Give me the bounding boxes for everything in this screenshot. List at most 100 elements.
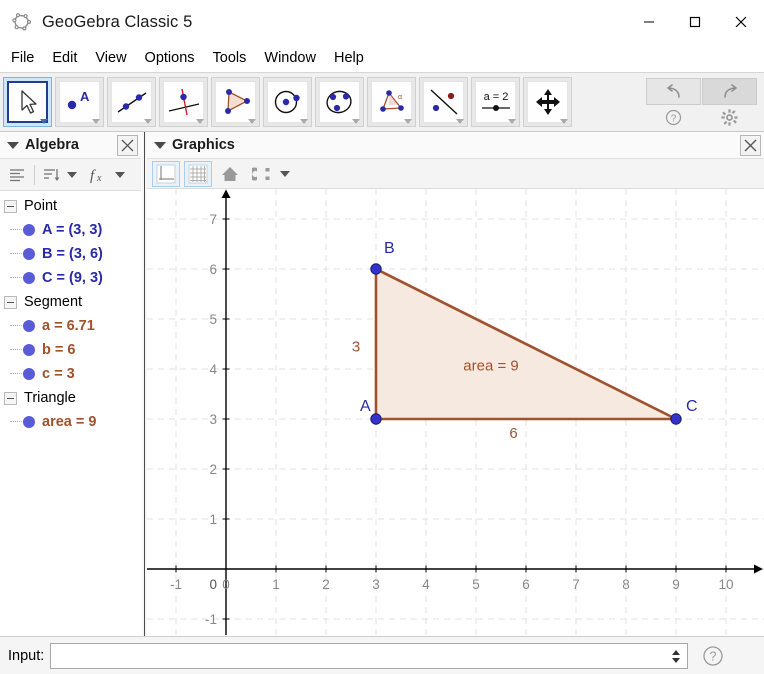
graphics-panel: Graphics -1 0 1 2 3 4 5 6 7 8 9 10 -1 1 … (147, 132, 764, 636)
collapse-minus-icon[interactable] (4, 199, 17, 213)
algebra-group-segment[interactable]: Segment (0, 290, 141, 314)
x-tick-label: 3 (372, 577, 380, 592)
chevron-down-icon (560, 119, 568, 124)
angle-tool[interactable]: α (367, 77, 416, 127)
show-grid-button[interactable] (184, 160, 212, 187)
slider-tool[interactable]: a = 2 (471, 77, 520, 127)
x-axis-arrow (754, 564, 763, 574)
move-graphics-tool[interactable] (523, 77, 572, 127)
visibility-toggle-dot[interactable] (23, 344, 35, 356)
perpendicular-line-tool[interactable] (159, 77, 208, 127)
algebra-panel-close-button[interactable] (117, 135, 138, 156)
x-tick-label: 6 (522, 577, 530, 592)
collapse-minus-icon[interactable] (4, 295, 17, 309)
visibility-toggle-dot[interactable] (23, 272, 35, 284)
snap-dropdown-caret-icon[interactable] (280, 170, 290, 177)
chevron-down-icon (92, 119, 100, 124)
tree-guide-line (10, 373, 22, 374)
algebra-item-A[interactable]: A = (3, 3) (0, 218, 141, 242)
show-axes-button[interactable] (152, 160, 180, 187)
svg-text:f: f (90, 168, 96, 184)
graphics-canvas[interactable]: -1 0 1 2 3 4 5 6 7 8 9 10 -1 1 2 3 4 5 6 7 0 3 6 area = 9 A B C (147, 189, 764, 635)
menu-view[interactable]: View (86, 47, 135, 69)
coordinate-plane[interactable]: -1 0 1 2 3 4 5 6 7 8 9 10 -1 1 2 3 4 5 6 7 0 3 6 area = 9 A B C (147, 189, 764, 635)
algebra-group-point[interactable]: Point (0, 194, 141, 218)
visibility-toggle-dot[interactable] (23, 416, 35, 428)
conic-tool[interactable] (315, 77, 364, 127)
algebra-panel: Algebra f x Point A = (3, 3) B = (3, 6) … (0, 132, 142, 636)
undo-button[interactable] (646, 78, 701, 105)
point-capturing-button[interactable] (248, 161, 276, 187)
chevron-down-icon[interactable] (7, 141, 19, 149)
x-tick-label: 10 (718, 577, 733, 592)
menu-help[interactable]: Help (325, 47, 373, 69)
menu-window[interactable]: Window (255, 47, 325, 69)
y-tick-label: -1 (205, 612, 217, 627)
algebra-item-b[interactable]: b = 6 (0, 338, 141, 362)
algebra-item-C[interactable]: C = (9, 3) (0, 266, 141, 290)
move-tool[interactable] (3, 77, 52, 127)
reflect-tool[interactable] (419, 77, 468, 127)
tree-guide-line (10, 421, 22, 422)
visibility-toggle-dot[interactable] (23, 224, 35, 236)
visibility-toggle-dot[interactable] (23, 248, 35, 260)
polygon-area-label: area = 9 (463, 358, 518, 375)
fx-function-icon[interactable]: f x (87, 163, 113, 187)
input-field[interactable] (55, 644, 656, 667)
algebra-item-label: C = (9, 3) (42, 270, 103, 286)
circle-tool[interactable] (263, 77, 312, 127)
polygon-tool[interactable] (211, 77, 260, 127)
x-tick-label: 0 (222, 577, 230, 592)
menu-options[interactable]: Options (136, 47, 204, 69)
sort-descending-icon[interactable] (39, 163, 65, 187)
x-tick-label: 8 (622, 577, 630, 592)
chevron-down-icon (196, 119, 204, 124)
settings-button[interactable] (702, 107, 757, 127)
input-history-spinner[interactable] (671, 647, 681, 667)
y-axis-arrow (221, 189, 231, 198)
spinner-up-icon (672, 650, 681, 655)
y-tick-label: 6 (209, 262, 217, 277)
close-button[interactable] (718, 0, 764, 44)
line-tool[interactable] (107, 77, 156, 127)
point-marker[interactable] (670, 413, 682, 425)
minimize-button[interactable] (626, 0, 672, 44)
algebra-item-B[interactable]: B = (3, 6) (0, 242, 141, 266)
standard-view-button[interactable] (216, 161, 244, 187)
geogebra-window: GeoGebra Classic 5 File Edit View Option… (0, 0, 764, 674)
chevron-down-icon (144, 119, 152, 124)
input-bar: Input: ? (0, 636, 764, 674)
algebra-item-area[interactable]: area = 9 (0, 410, 141, 434)
toolbar-divider (34, 164, 35, 185)
tree-guide-line (10, 277, 22, 278)
point-tool[interactable]: A (55, 77, 104, 127)
chevron-down-icon (300, 119, 308, 124)
point-marker[interactable] (370, 413, 382, 425)
maximize-button[interactable] (672, 0, 718, 44)
graphics-panel-close-button[interactable] (740, 135, 761, 156)
redo-button[interactable] (702, 78, 757, 105)
point-C[interactable]: C (670, 398, 698, 425)
tree-guide-line (10, 253, 22, 254)
menu-file[interactable]: File (2, 47, 43, 69)
x-tick-label: 9 (672, 577, 680, 592)
algebra-item-a[interactable]: a = 6.71 (0, 314, 141, 338)
menu-edit[interactable]: Edit (43, 47, 86, 69)
algebra-group-triangle[interactable]: Triangle (0, 386, 141, 410)
svg-text:α: α (398, 94, 402, 101)
input-help-button[interactable]: ? (698, 641, 728, 671)
sort-dropdown-caret-icon[interactable] (67, 171, 77, 178)
point-marker[interactable] (370, 263, 382, 275)
chevron-down-icon[interactable] (154, 141, 166, 149)
collapse-minus-icon[interactable] (4, 391, 17, 405)
visibility-toggle-dot[interactable] (23, 368, 35, 380)
auxiliary-dropdown-caret-icon[interactable] (115, 171, 125, 178)
list-lines-icon[interactable] (4, 163, 30, 187)
algebra-item-c[interactable]: c = 3 (0, 362, 141, 386)
input-field-wrapper[interactable] (50, 642, 689, 669)
visibility-toggle-dot[interactable] (23, 320, 35, 332)
help-button[interactable]: ? (646, 107, 701, 127)
graphics-toolbar (147, 159, 764, 189)
menu-tools[interactable]: Tools (204, 47, 256, 69)
y-tick-label: 5 (209, 312, 217, 327)
